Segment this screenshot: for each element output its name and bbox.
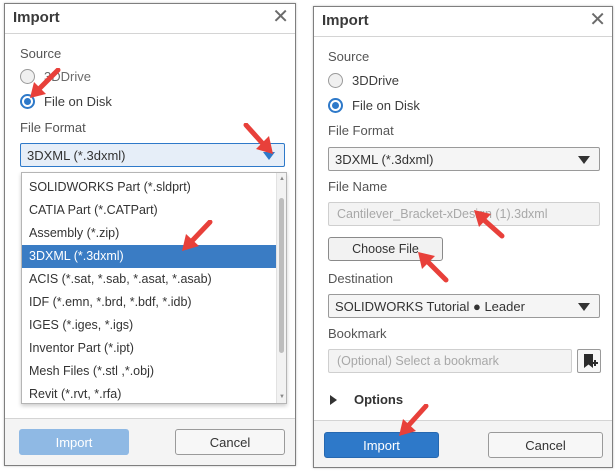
bookmark-label: Bookmark	[328, 326, 387, 341]
file-format-select[interactable]: 3DXML (*.3dxml)	[20, 143, 285, 167]
triangle-down-icon	[263, 152, 275, 160]
bookmark-add-icon	[584, 354, 598, 368]
dialog-footer: Import Cancel	[314, 420, 612, 467]
file-format-dropdown[interactable]: SOLIDWORKS Part (*.sldprt) CATIA Part (*…	[21, 172, 287, 404]
radio-button[interactable]	[20, 68, 35, 84]
scroll-down-icon[interactable]: ▼	[279, 394, 285, 400]
import-button[interactable]: Import	[19, 429, 129, 455]
radio-button-selected[interactable]	[20, 93, 35, 109]
dropdown-scrollbar[interactable]: ▲ ▼	[276, 173, 286, 403]
source-label: Source	[328, 49, 370, 64]
triangle-right-icon	[330, 394, 337, 405]
bookmark-add-button[interactable]	[577, 349, 601, 373]
format-option-mesh[interactable]: Mesh Files (*.stl ,*.obj)	[22, 360, 277, 383]
dialog-title: Import	[322, 12, 369, 29]
triangle-down-icon	[578, 156, 590, 164]
title-bar: Import ✕	[5, 4, 295, 34]
file-format-value: 3DXML (*.3dxml)	[335, 152, 434, 167]
bookmark-input[interactable]: (Optional) Select a bookmark	[328, 349, 572, 373]
options-label: Options	[354, 392, 404, 407]
radio-3ddrive[interactable]: 3DDrive	[20, 67, 91, 85]
import-button[interactable]: Import	[324, 432, 439, 458]
radio-button-selected[interactable]	[328, 97, 343, 113]
radio-file-on-disk[interactable]: File on Disk	[328, 96, 420, 114]
format-option-iges[interactable]: IGES (*.iges, *.igs)	[22, 314, 277, 337]
destination-label: Destination	[328, 271, 394, 286]
file-format-label: File Format	[328, 123, 394, 138]
format-option-zip[interactable]: Assembly (*.zip)	[22, 222, 277, 245]
format-option-revit[interactable]: Revit (*.rvt, *.rfa)	[22, 383, 277, 403]
scrollbar-thumb[interactable]	[279, 198, 284, 353]
format-option-idf[interactable]: IDF (*.emn, *.brd, *.bdf, *.idb)	[22, 291, 277, 314]
scroll-up-icon[interactable]: ▲	[279, 176, 285, 182]
format-option-catpart[interactable]: CATIA Part (*.CATPart)	[22, 199, 277, 222]
radio-label: 3DDrive	[44, 68, 91, 84]
cancel-button[interactable]: Cancel	[175, 429, 285, 455]
import-dialog-right: Import ✕ Source 3DDrive File on Disk Fil…	[313, 6, 613, 468]
file-format-value: 3DXML (*.3dxml)	[27, 148, 126, 163]
dialog-title: Import	[13, 9, 60, 26]
radio-label: File on Disk	[352, 97, 420, 113]
dialog-footer: Import Cancel	[5, 418, 295, 465]
radio-file-on-disk[interactable]: File on Disk	[20, 92, 112, 110]
file-format-select[interactable]: 3DXML (*.3dxml)	[328, 147, 600, 171]
format-option-sldprt[interactable]: SOLIDWORKS Part (*.sldprt)	[22, 176, 277, 199]
format-option-ipt[interactable]: Inventor Part (*.ipt)	[22, 337, 277, 360]
destination-value: SOLIDWORKS Tutorial ● Leader	[335, 299, 525, 314]
title-bar: Import ✕	[314, 7, 612, 37]
choose-file-button[interactable]: Choose File	[328, 237, 443, 261]
radio-label: 3DDrive	[352, 72, 399, 88]
radio-label: File on Disk	[44, 93, 112, 109]
destination-select[interactable]: SOLIDWORKS Tutorial ● Leader	[328, 294, 600, 318]
radio-3ddrive[interactable]: 3DDrive	[328, 71, 399, 89]
options-toggle[interactable]: Options	[330, 392, 403, 407]
format-option-acis[interactable]: ACIS (*.sat, *.sab, *.asat, *.asab)	[22, 268, 277, 291]
file-name-label: File Name	[328, 179, 388, 194]
file-format-label: File Format	[20, 120, 86, 135]
close-icon[interactable]: ✕	[272, 7, 289, 27]
import-dialog-left: Import ✕ Source 3DDrive File on Disk Fil…	[4, 3, 296, 466]
radio-button[interactable]	[328, 72, 343, 88]
format-option-3dxml[interactable]: 3DXML (*.3dxml)	[22, 245, 277, 268]
close-icon[interactable]: ✕	[589, 10, 606, 30]
source-label: Source	[20, 46, 62, 61]
cancel-button[interactable]: Cancel	[488, 432, 603, 458]
triangle-down-icon	[578, 303, 590, 311]
file-name-field[interactable]: Cantilever_Bracket-xDesign (1).3dxml	[328, 202, 600, 226]
